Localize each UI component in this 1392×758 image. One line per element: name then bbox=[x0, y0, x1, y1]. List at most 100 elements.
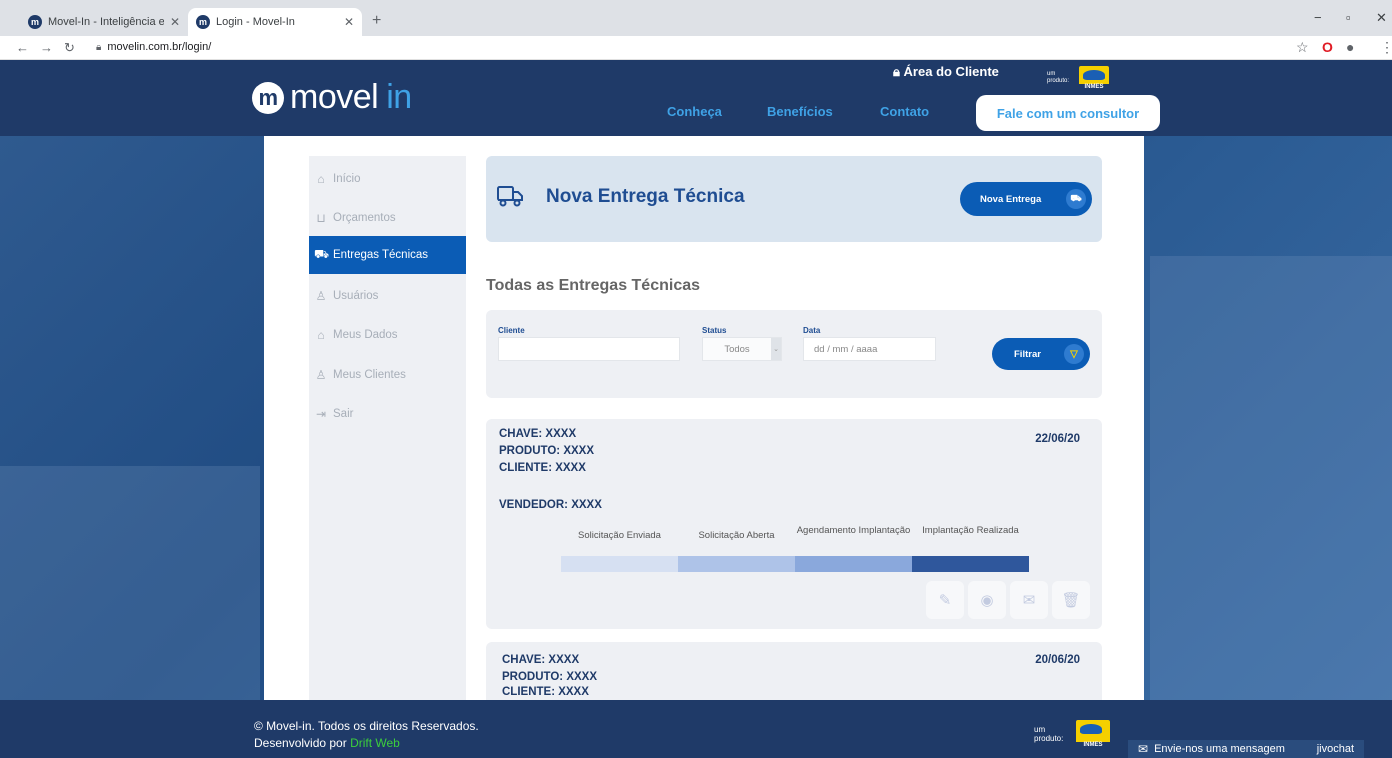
step-label: Implantação Realizada bbox=[922, 525, 1019, 536]
trash-icon: 🗑︎ bbox=[1061, 592, 1081, 609]
sidebar-item-label: Entregas Técnicas bbox=[333, 249, 429, 261]
list-item: CHAVE: XXXX PRODUTO: XXXX CLIENTE: XXXX … bbox=[486, 419, 1102, 629]
nav-conheca[interactable]: Conheça bbox=[667, 104, 722, 119]
progress-step-4 bbox=[912, 556, 1029, 572]
view-button[interactable]: ◉ bbox=[968, 581, 1006, 619]
section-title: Todas as Entregas Técnicas bbox=[486, 277, 701, 294]
product-of-label: um produto: bbox=[1047, 71, 1070, 84]
delete-button[interactable]: 🗑︎ bbox=[1052, 581, 1090, 619]
eye-icon: ◉ bbox=[980, 592, 994, 609]
chevron-down-icon: ⌄ bbox=[771, 338, 781, 360]
lock-icon: ⌂ bbox=[317, 328, 325, 342]
sidebar-item-label: Meus Dados bbox=[333, 329, 398, 341]
chat-label: Envie-nos uma mensagem bbox=[1154, 743, 1285, 755]
entry-cliente: CLIENTE: XXXX bbox=[502, 686, 589, 698]
chat-widget[interactable]: ✉ Envie-nos uma mensagem jivochat bbox=[1128, 740, 1364, 758]
product-of-label: um produto: bbox=[1034, 725, 1064, 743]
browser-tab-login[interactable]: m Login - Movel-In ✕ bbox=[188, 8, 362, 36]
developed-by: Desenvolvido por Drift Web bbox=[254, 736, 400, 750]
entry-produto: PRODUTO: XXXX bbox=[502, 671, 597, 683]
sidebar-item-meus-clientes[interactable]: ♙ Meus Clientes bbox=[309, 356, 466, 394]
data-label: Data bbox=[803, 326, 821, 335]
url-field[interactable]: 🔒︎ movelin.com.br/login/ bbox=[96, 41, 211, 53]
back-arrow-icon[interactable]: ← bbox=[16, 40, 29, 55]
status-label: Status bbox=[702, 326, 727, 335]
logo-badge: m bbox=[252, 81, 284, 114]
users-icon: ♙ bbox=[315, 368, 327, 382]
profile-icon[interactable]: ● bbox=[1346, 39, 1354, 55]
tab-close-icon[interactable]: ✕ bbox=[170, 15, 180, 29]
nova-entrega-button[interactable]: Nova Entrega ⛟ bbox=[960, 182, 1092, 216]
filtrar-button[interactable]: Filtrar ▽ bbox=[992, 338, 1090, 370]
progress-step-1 bbox=[561, 556, 678, 572]
browser-tab-movelin-home[interactable]: m Movel-In - Inteligência e tecnolo ✕ bbox=[20, 8, 188, 36]
area-cliente-link[interactable]: 🔒︎ Área do Cliente bbox=[893, 64, 999, 80]
tab-close-icon[interactable]: ✕ bbox=[344, 15, 354, 29]
entry-date: 22/06/20 bbox=[1035, 433, 1080, 445]
logo-accent: in bbox=[386, 78, 412, 116]
lock-icon: 🔒︎ bbox=[893, 64, 900, 79]
progress-step-2 bbox=[678, 556, 795, 572]
cart-icon: ⊔ bbox=[316, 211, 326, 225]
close-window-button[interactable]: ✕ bbox=[1376, 10, 1387, 26]
truck-icon: ⛟ bbox=[314, 247, 330, 261]
movelin-favicon-icon: m bbox=[196, 15, 210, 29]
menu-kebab-icon[interactable]: ⋮ bbox=[1380, 39, 1392, 56]
status-value: Todos bbox=[724, 343, 750, 355]
opera-extension-icon[interactable]: O bbox=[1322, 39, 1333, 55]
truck-icon: ⛟ bbox=[1066, 189, 1086, 209]
logo-text: movel bbox=[290, 78, 379, 116]
sidebar-item-sair[interactable]: ⇥ Sair bbox=[309, 395, 466, 433]
forward-arrow-icon[interactable]: → bbox=[40, 40, 53, 55]
chat-brand: jivochat bbox=[1316, 743, 1354, 755]
envelope-icon: ✉ bbox=[1138, 742, 1149, 756]
cliente-input[interactable] bbox=[498, 337, 680, 361]
cliente-label: Cliente bbox=[498, 326, 525, 335]
reload-icon[interactable]: ↻ bbox=[64, 40, 75, 56]
inmes-logo-text: INMES bbox=[1076, 742, 1110, 748]
filter-panel: Cliente Status Todos ⌄ Data dd / mm / aa… bbox=[486, 310, 1102, 398]
fale-consultor-button[interactable]: Fale com um consultor bbox=[976, 95, 1160, 131]
sidebar-item-meus-dados[interactable]: ⌂ Meus Dados bbox=[309, 316, 466, 354]
step-label: Solicitação Enviada bbox=[578, 530, 661, 541]
list-item: CHAVE: XXXX PRODUTO: XXXX CLIENTE: XXXX … bbox=[486, 642, 1102, 700]
home-icon: ⌂ bbox=[317, 172, 325, 186]
user-icon: ♙ bbox=[315, 289, 327, 303]
status-select[interactable]: Todos ⌄ bbox=[702, 337, 782, 361]
pencil-icon: ✎ bbox=[938, 592, 952, 609]
email-button[interactable]: ✉ bbox=[1010, 581, 1048, 619]
new-tab-button[interactable]: + bbox=[372, 12, 381, 30]
restore-button[interactable]: ▫ bbox=[1346, 10, 1351, 25]
data-input[interactable]: dd / mm / aaaa bbox=[803, 337, 936, 361]
page-header-panel: Nova Entrega Técnica Nova Entrega ⛟ bbox=[486, 156, 1102, 242]
inmes-logo-text: INMES bbox=[1079, 84, 1109, 90]
developed-by-label: Desenvolvido por bbox=[254, 736, 351, 750]
dashboard-card: ⌂ Início ⊔ Orçamentos ⛟ Entregas Técnica… bbox=[264, 136, 1144, 700]
sidebar-item-label: Meus Clientes bbox=[333, 369, 406, 381]
developer-link[interactable]: Drift Web bbox=[350, 736, 400, 750]
entry-cliente: CLIENTE: XXXX bbox=[499, 462, 586, 474]
logout-icon: ⇥ bbox=[315, 407, 327, 421]
edit-button[interactable]: ✎ bbox=[926, 581, 964, 619]
nav-contato[interactable]: Contato bbox=[880, 104, 929, 119]
sidebar-item-label: Orçamentos bbox=[333, 212, 396, 224]
sidebar-item-entregas-tecnicas[interactable]: ⛟ Entregas Técnicas bbox=[309, 236, 466, 274]
nav-beneficios[interactable]: Benefícios bbox=[767, 104, 833, 119]
entry-vendedor: VENDEDOR: XXXX bbox=[499, 499, 602, 511]
sidebar-item-inicio[interactable]: ⌂ Início bbox=[309, 160, 466, 198]
movelin-logo[interactable]: m movel in bbox=[252, 78, 412, 117]
sidebar-item-label: Início bbox=[333, 173, 361, 185]
site-header: m movel in 🔒︎ Área do Cliente um produto… bbox=[0, 60, 1392, 136]
inmes-logo: INMES bbox=[1076, 720, 1110, 748]
sidebar-item-orcamentos[interactable]: ⊔ Orçamentos bbox=[309, 199, 466, 237]
padlock-icon: 🔒︎ bbox=[96, 42, 102, 53]
sidebar-item-usuarios[interactable]: ♙ Usuários bbox=[309, 277, 466, 315]
copyright-text: © Movel-in. Todos os direitos Reservados… bbox=[254, 719, 479, 733]
step-label: Solicitação Aberta bbox=[698, 530, 775, 541]
envelope-icon: ✉ bbox=[1022, 592, 1036, 609]
inmes-logo: INMES bbox=[1079, 66, 1109, 90]
inmes-badge: um produto: INMES bbox=[1047, 66, 1109, 90]
bookmark-star-icon[interactable]: ☆ bbox=[1296, 39, 1309, 56]
minimize-button[interactable]: − bbox=[1314, 10, 1322, 25]
sidebar: ⌂ Início ⊔ Orçamentos ⛟ Entregas Técnica… bbox=[309, 156, 466, 700]
